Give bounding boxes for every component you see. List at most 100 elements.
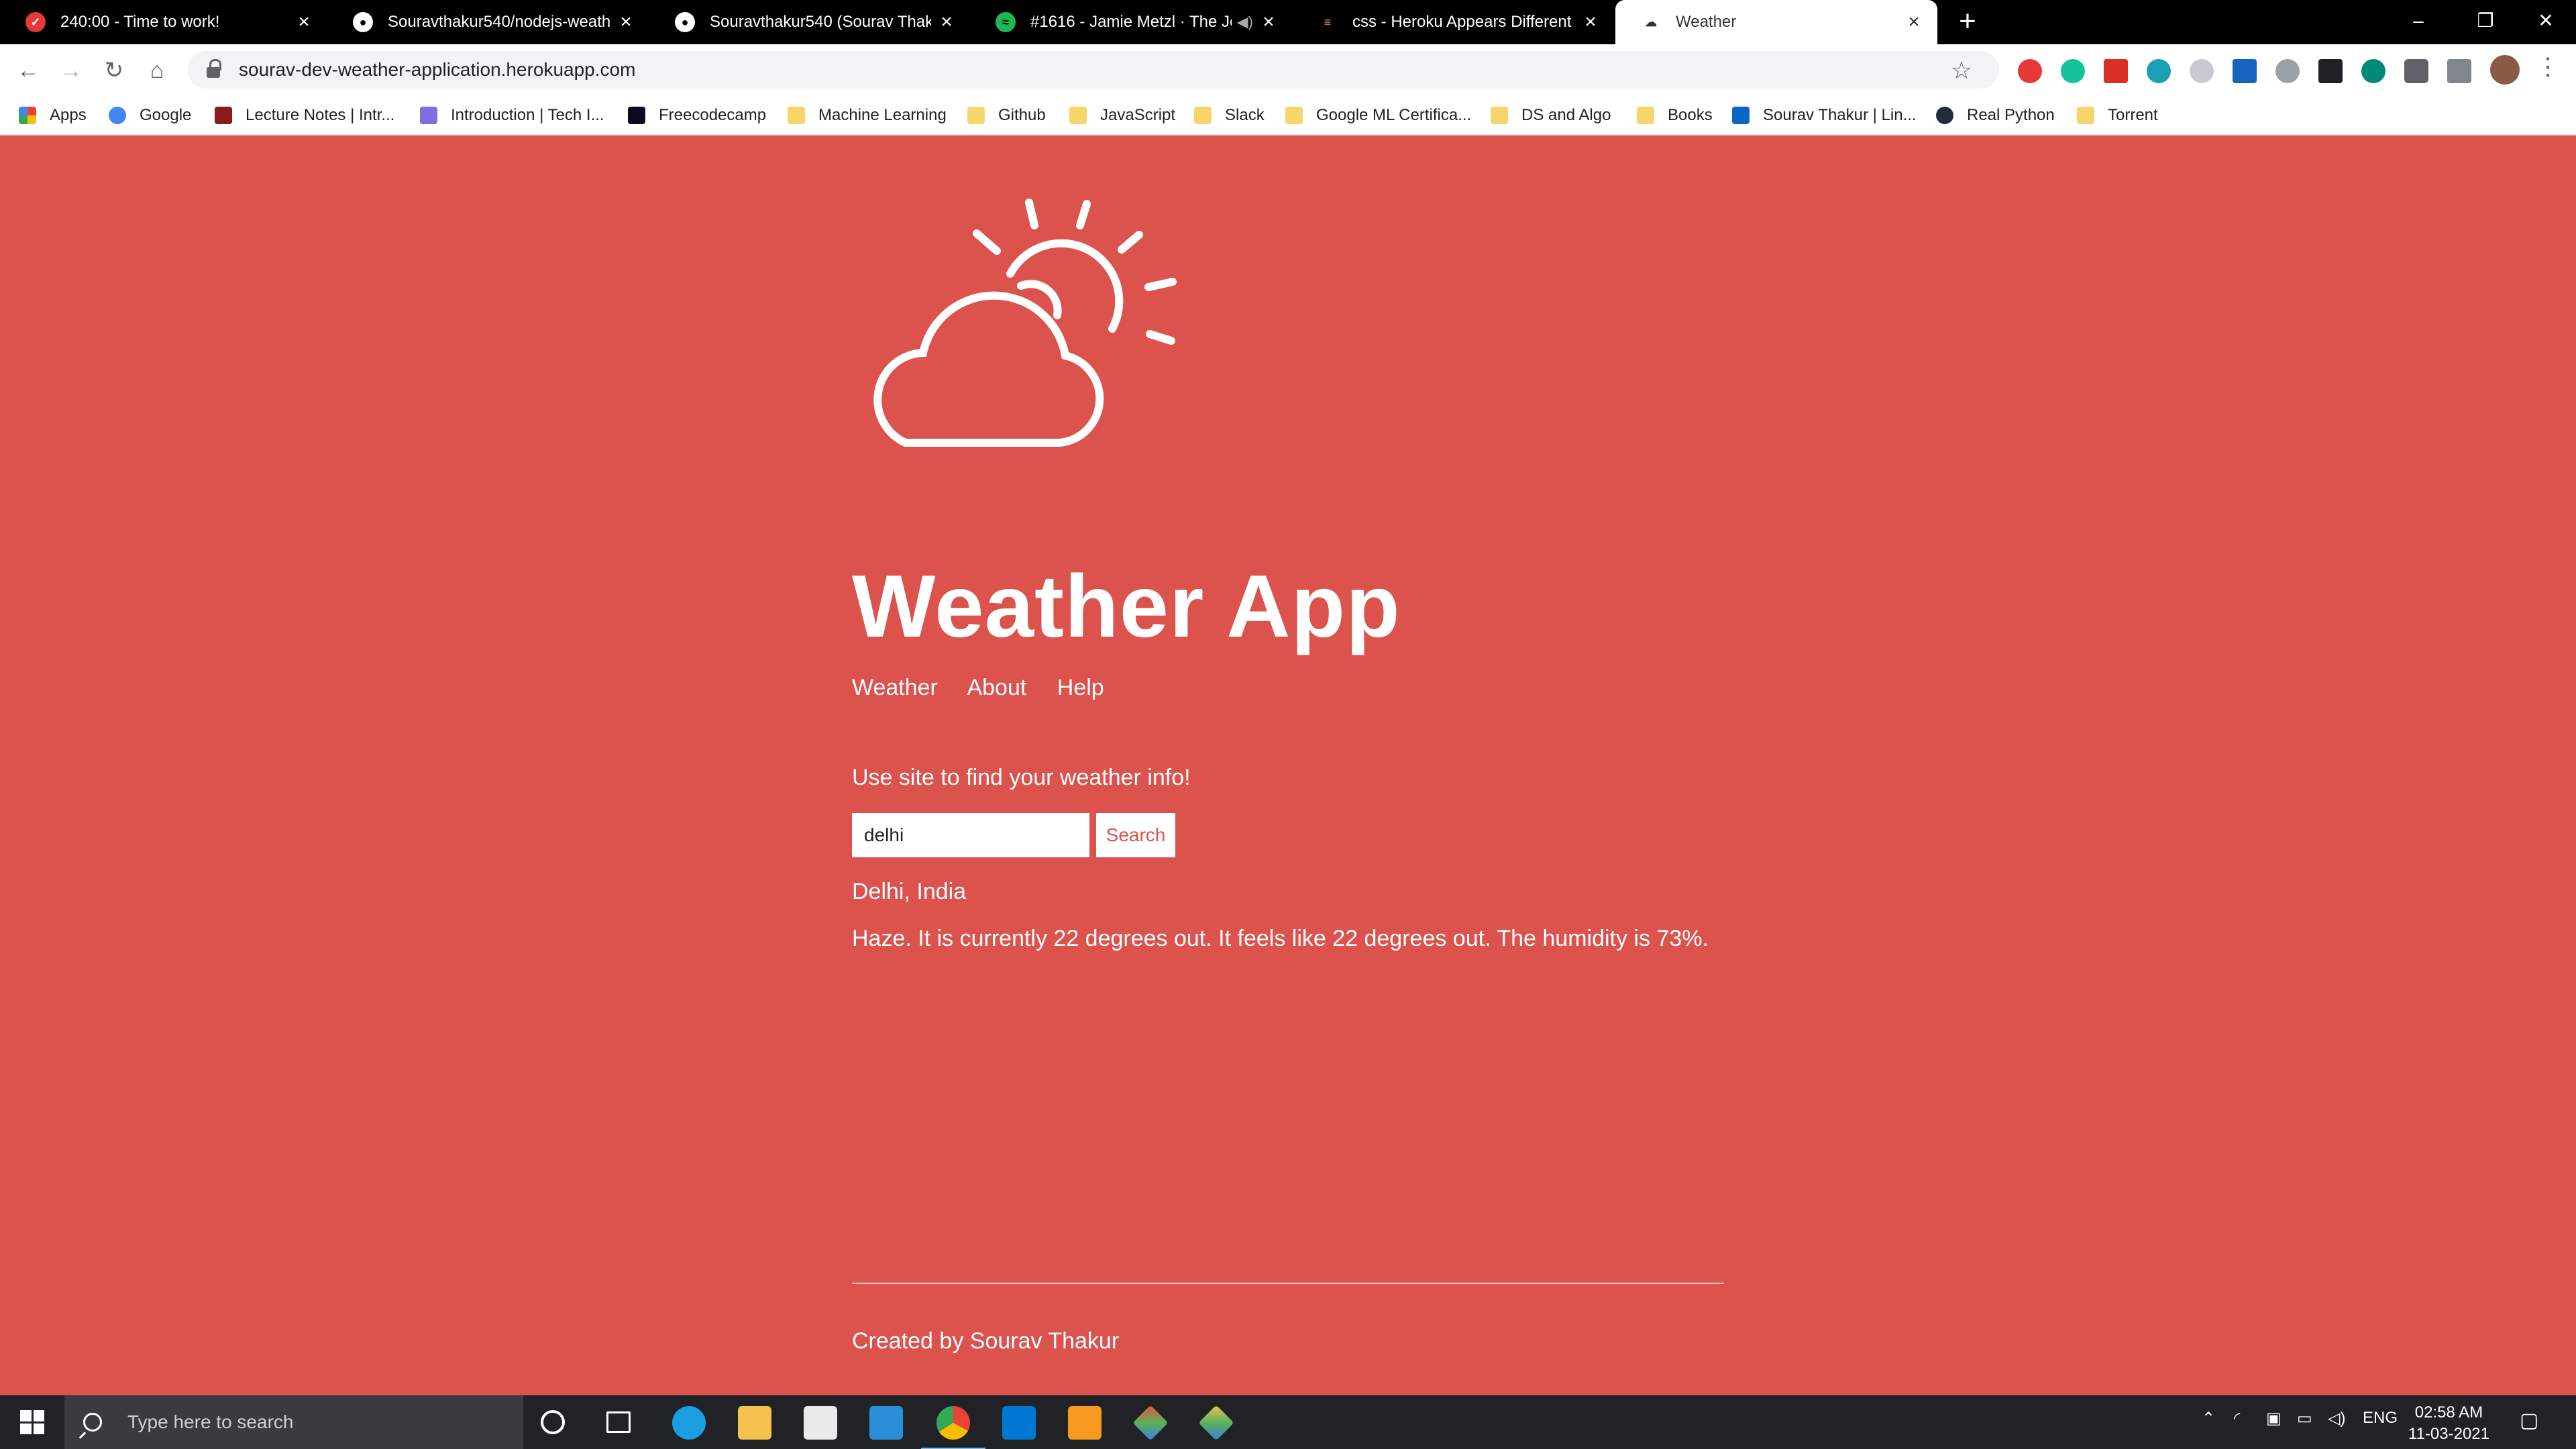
tab-title: Souravthakur540/nodejs-weathe [388, 13, 610, 31]
home-button[interactable]: ⌂ [142, 56, 172, 86]
bookmark-slack[interactable]: Slack [1194, 103, 1265, 127]
tab-weather[interactable]: ☁ Weather × [1615, 0, 1937, 44]
close-tab-icon[interactable]: × [1580, 11, 1601, 34]
lecture-notes-icon [215, 107, 232, 124]
vscode-icon[interactable] [1002, 1406, 1036, 1440]
wifi-icon[interactable]: ◜ [2234, 1409, 2240, 1428]
close-tab-icon[interactable]: × [1904, 11, 1924, 34]
folder-icon [1194, 107, 1212, 124]
git-icon[interactable] [1132, 1405, 1169, 1441]
bookmark-javascript[interactable]: JavaScript [1069, 103, 1175, 127]
tab-timer[interactable]: ✓ 240:00 - Time to work! × [0, 0, 327, 44]
search-placeholder: Type here to search [127, 1411, 294, 1432]
sublime-text-icon[interactable] [1068, 1406, 1102, 1440]
bookmark-label: Books [1668, 106, 1713, 124]
pip-extension-icon[interactable] [2318, 59, 2343, 83]
bookmark-machine-learning[interactable]: Machine Learning [788, 103, 947, 127]
folder-icon [788, 107, 805, 124]
address-bar[interactable]: sourav-dev-weather-application.herokuapp… [188, 51, 1999, 89]
bookmark-lecture-notes[interactable]: Lecture Notes | Intr... [215, 103, 394, 127]
lock-icon[interactable] [207, 59, 221, 78]
close-tab-icon[interactable]: × [936, 11, 957, 34]
profile-avatar[interactable] [2490, 55, 2520, 85]
notifications-icon[interactable]: ▢ [2520, 1409, 2538, 1432]
gitkraken-icon[interactable] [1198, 1405, 1234, 1441]
circle-extension-icon[interactable] [2361, 59, 2385, 83]
bookmark-real-python[interactable]: Real Python [1936, 103, 2055, 127]
bookmark-label: Apps [50, 106, 87, 124]
grammarly-extension-icon[interactable] [2061, 59, 2085, 83]
edge-icon[interactable] [672, 1406, 706, 1440]
new-tab-button[interactable]: + [1951, 5, 1984, 39]
bookmark-freecodecamp[interactable]: Freecodecamp [628, 103, 766, 127]
tab-github-repo[interactable]: ● Souravthakur540/nodejs-weathe × [327, 0, 649, 44]
forward-button[interactable]: → [56, 56, 86, 86]
bookmark-ds-algo[interactable]: DS and Algo [1491, 103, 1611, 127]
tab-spotify[interactable]: ≈ #1616 - Jamie Metzl · The Jo ◀) × [970, 0, 1292, 44]
shield-extension-icon[interactable] [2190, 59, 2214, 83]
bookmark-torrent[interactable]: Torrent [2077, 103, 2158, 127]
search-icon [83, 1413, 102, 1432]
tab-github-profile[interactable]: ● Souravthakur540 (Sourav Thakur) × [649, 0, 970, 44]
file-explorer-icon[interactable] [738, 1406, 771, 1440]
close-tab-icon[interactable]: × [294, 11, 314, 34]
chevron-up-icon[interactable]: ⌃ [2202, 1409, 2215, 1428]
bookmark-google[interactable]: Google [109, 103, 191, 127]
cortana-icon[interactable] [541, 1410, 565, 1434]
menu-kebab-icon[interactable]: ⋮ [2536, 52, 2560, 80]
nav-link-weather[interactable]: Weather [852, 675, 938, 700]
bulb-extension-icon[interactable] [2275, 59, 2300, 83]
freecodecamp-icon [628, 107, 645, 124]
taskbar-clock[interactable]: 02:58 AM 11-03-2021 [2408, 1402, 2489, 1445]
task-view-icon[interactable] [606, 1411, 631, 1433]
bookmark-label: Google [140, 106, 192, 124]
github-icon: ● [353, 12, 373, 32]
bookmark-label: Sourav Thakur | Lin... [1763, 106, 1917, 124]
red-extension-icon[interactable] [2104, 59, 2128, 83]
tab-title: css - Heroku Appears Different F [1352, 13, 1575, 31]
reload-button[interactable]: ↻ [99, 56, 129, 86]
teal-extension-icon[interactable] [2147, 59, 2171, 83]
adblock-extension-icon[interactable] [2018, 59, 2042, 83]
nav-link-about[interactable]: About [967, 675, 1026, 700]
puzzle-extensions-icon[interactable] [2404, 59, 2428, 83]
mail-icon[interactable] [869, 1406, 903, 1440]
volume-icon[interactable]: ◁) [2328, 1409, 2345, 1428]
microsoft-store-icon[interactable] [804, 1406, 837, 1440]
close-window-button[interactable]: ✕ [2509, 0, 2576, 44]
nav-link-help[interactable]: Help [1057, 675, 1104, 700]
bookmarks-bar: Apps Google Lecture Notes | Intr... Intr… [0, 95, 2576, 136]
url-text[interactable]: sourav-dev-weather-application.herokuapp… [239, 59, 635, 80]
bookmark-books[interactable]: Books [1637, 103, 1713, 127]
close-tab-icon[interactable]: × [616, 11, 636, 34]
bookmark-linkedin[interactable]: Sourav Thakur | Lin... [1732, 103, 1917, 127]
taskbar-search-box[interactable]: Type here to search [64, 1395, 523, 1449]
language-indicator[interactable]: ENG [2363, 1409, 2398, 1428]
chrome-icon[interactable] [921, 1406, 985, 1449]
media-control-icon[interactable] [2447, 59, 2471, 83]
linkedin-icon [1732, 107, 1750, 124]
real-python-icon [1936, 107, 1953, 124]
bookmark-apps[interactable]: Apps [19, 103, 87, 127]
speaker-icon[interactable]: ◀) [1237, 13, 1253, 31]
tech-interview-icon [420, 107, 437, 124]
location-search-input[interactable] [852, 813, 1089, 857]
folder-icon [1285, 107, 1303, 124]
search-button[interactable]: Search [1096, 813, 1175, 857]
minimize-button[interactable]: – [2381, 0, 2455, 44]
close-tab-icon[interactable]: × [1258, 11, 1279, 34]
page-title: Weather App [852, 557, 1401, 655]
bookmark-tech-interview[interactable]: Introduction | Tech I... [420, 103, 604, 127]
bookmark-github[interactable]: Github [967, 103, 1046, 127]
meeting-icon[interactable]: ▣ [2266, 1409, 2282, 1428]
battery-icon[interactable]: ▭ [2297, 1409, 2312, 1428]
github-icon: ● [675, 12, 695, 32]
back-button[interactable]: ← [13, 56, 43, 86]
footer-credit: Created by Sourav Thakur [852, 1328, 1120, 1354]
tab-stackoverflow[interactable]: ≡ css - Heroku Appears Different F × [1292, 0, 1614, 44]
bookmark-google-ml[interactable]: Google ML Certifica... [1285, 103, 1471, 127]
windows-start-icon[interactable] [20, 1410, 44, 1434]
bookmark-star-icon[interactable]: ☆ [1951, 56, 1972, 85]
bookmark-label: Github [998, 106, 1046, 124]
v-extension-icon[interactable] [2233, 59, 2257, 83]
